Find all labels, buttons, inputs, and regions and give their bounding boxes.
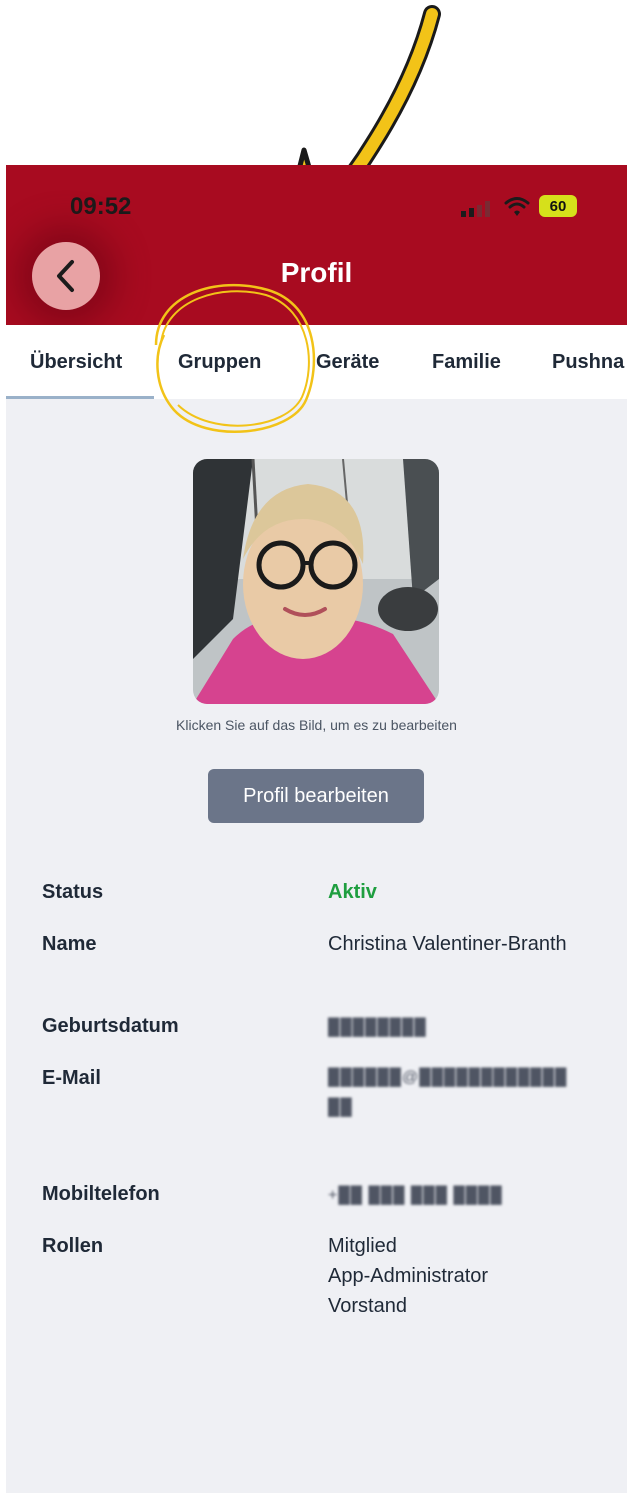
email-redacted: ██████@██████████████ [328,1069,568,1116]
cellular-signal-icon [461,201,490,217]
tab-familie[interactable]: Familie [432,351,501,374]
status-label: Status [42,881,104,903]
role-item: Mitglied [328,1235,397,1257]
mobile-value: +██ ███ ███ ████ [328,1179,598,1211]
app-header: 09:52 60 Profil [6,165,627,325]
birthdate-label: Geburtsdatum [42,1015,179,1037]
photo-hint: Klicken Sie auf das Bild, um es zu bearb… [176,717,457,733]
battery-level: 60 [549,197,567,215]
role-item: Vorstand [328,1295,407,1317]
wifi-icon [504,197,530,216]
status-time: 09:52 [70,193,132,220]
tab-geraete[interactable]: Geräte [316,351,379,374]
phone-screen: 09:52 60 Profil Übersicht Gruppen Geräte… [6,165,627,1493]
profile-photo[interactable] [193,459,439,704]
name-label: Name [42,933,97,955]
name-value: Christina Valentiner-Branth [328,933,567,955]
birthdate-redacted: ████████ [328,1019,427,1036]
profile-content: Klicken Sie auf das Bild, um es zu bearb… [6,399,627,1493]
tab-gruppen[interactable]: Gruppen [178,351,261,374]
edit-profile-button[interactable]: Profil bearbeiten [208,769,424,823]
email-label: E-Mail [42,1067,101,1089]
email-value: ██████@██████████████ [328,1063,568,1123]
tab-pushnachrichten[interactable]: Pushna [552,351,624,374]
roles-label: Rollen [42,1235,104,1257]
status-value: Aktiv [328,881,377,903]
portrait-image [193,459,439,704]
roles-list: Mitglied App-Administrator Vorstand [328,1231,598,1321]
mobile-label: Mobiltelefon [42,1183,160,1205]
birthdate-value: ████████ [328,1011,598,1043]
role-item: App-Administrator [328,1265,489,1287]
tab-bar: Übersicht Gruppen Geräte Familie Pushna [6,325,627,399]
tab-uebersicht[interactable]: Übersicht [30,351,122,374]
battery-icon: 60 [539,195,577,217]
mobile-redacted: +██ ███ ███ ████ [328,1187,503,1204]
page-title: Profil [280,257,353,288]
